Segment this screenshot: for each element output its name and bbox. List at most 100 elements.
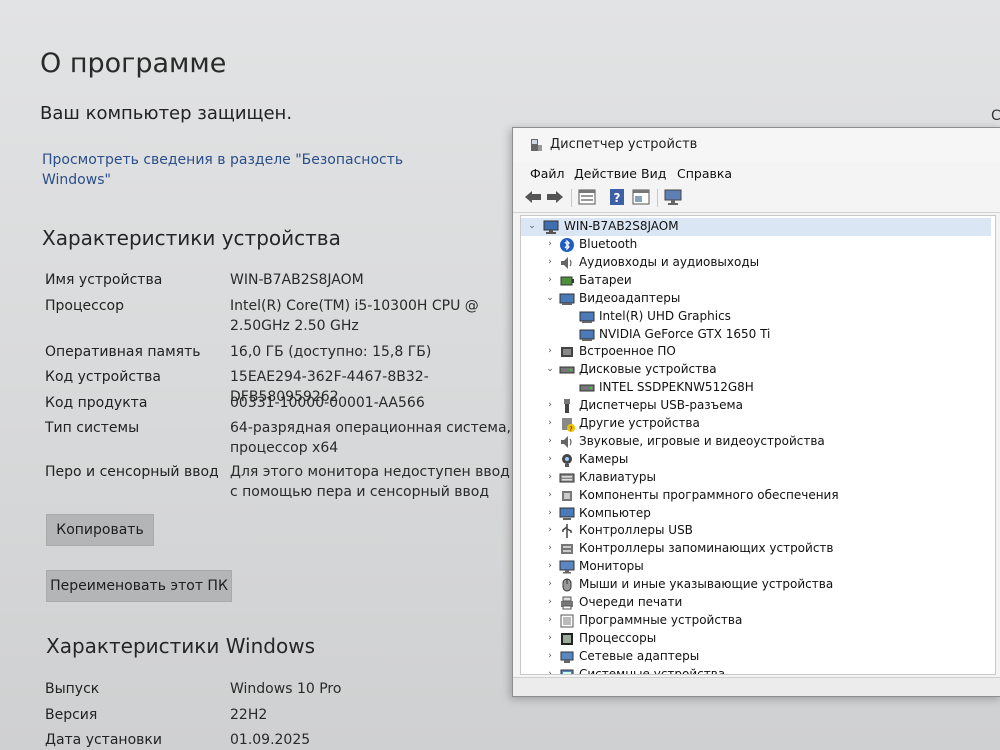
tree-item-label: Батареи (579, 272, 632, 287)
spec-value: Для этого монитора недоступен ввод с пом… (230, 464, 510, 500)
chevron-down-icon[interactable]: ⌄ (527, 220, 537, 232)
chevron-right-icon[interactable]: › (545, 256, 555, 268)
system-device-icon (560, 669, 574, 674)
tree-category[interactable]: › Звуковые, игровые и видеоустройства (521, 433, 991, 451)
tree-item-label: Контроллеры запоминающих устройств (579, 541, 834, 556)
chevron-right-icon[interactable]: › (545, 489, 555, 501)
tree-device[interactable]: NVIDIA GeForce GTX 1650 Ti (521, 326, 991, 344)
device-tree[interactable]: ⌄ WIN-B7AB2S8JAOM › Bluetooth › Аудиовходы … (520, 215, 996, 675)
tree-item-label: Компоненты программного обеспечения (579, 487, 839, 502)
window-title: Диспетчер устройств (550, 137, 698, 152)
chevron-right-icon[interactable]: › (545, 578, 555, 590)
tree-category[interactable]: › Компьютер (521, 505, 991, 523)
title-bar[interactable]: Диспетчер устройств (513, 128, 1000, 162)
chevron-right-icon[interactable]: › (545, 668, 555, 674)
tree-category[interactable]: › Сетевые адаптеры (521, 648, 991, 666)
tree-item-label: INTEL SSDPEKNW512G8H (599, 380, 754, 395)
tree-item-label: NVIDIA GeForce GTX 1650 Ti (599, 326, 771, 341)
tree-item-label: Камеры (579, 451, 629, 466)
status-bar (513, 677, 1000, 696)
tree-item-label: Звуковые, игровые и видеоустройства (579, 433, 825, 448)
tree-category[interactable]: › Контроллеры запоминающих устройств (521, 540, 991, 558)
tree-category[interactable]: ⌄ Видеоадаптеры (521, 290, 991, 308)
tree-category[interactable]: › Мыши и иные указывающие устройства (521, 576, 991, 594)
menu-view[interactable]: Вид (641, 166, 666, 181)
speaker-icon (561, 256, 572, 269)
menu-action[interactable]: Действие (574, 166, 637, 181)
network-adapter-icon (560, 651, 574, 663)
rename-pc-button[interactable]: Переименовать этот ПК (46, 570, 232, 602)
camera-icon (562, 453, 572, 467)
properties-icon[interactable] (577, 187, 597, 207)
toolbar: ? (513, 184, 1000, 213)
tree-category[interactable]: › Мониторы (521, 558, 991, 576)
view-icon[interactable] (631, 187, 651, 207)
tree-category[interactable]: › Очереди печати (521, 594, 991, 612)
display-adapter-icon (579, 329, 595, 341)
chevron-right-icon[interactable]: › (545, 417, 555, 429)
tree-root[interactable]: ⌄ WIN-B7AB2S8JAOM (521, 218, 991, 236)
software-component-icon (562, 490, 572, 501)
chevron-right-icon[interactable]: › (545, 453, 555, 465)
tree-category[interactable]: › Программные устройства (521, 612, 991, 630)
chevron-right-icon[interactable]: › (545, 345, 555, 357)
tree-category[interactable]: › Аудиовходы и аудиовыходы (521, 254, 991, 272)
chevron-right-icon[interactable]: › (545, 524, 555, 536)
help-icon[interactable]: ? (607, 187, 627, 207)
computer-icon (543, 220, 559, 234)
tree-category[interactable]: › Компоненты программного обеспечения (521, 487, 991, 505)
copy-button[interactable]: Копировать (46, 514, 154, 546)
back-arrow-icon[interactable] (523, 187, 543, 207)
tree-device[interactable]: Intel(R) UHD Graphics (521, 308, 991, 326)
chevron-right-icon[interactable]: › (545, 399, 555, 411)
mouse-icon (562, 578, 572, 592)
windows-specs-heading: Характеристики Windows (46, 634, 315, 658)
chevron-right-icon[interactable]: › (545, 632, 555, 644)
windows-security-link[interactable]: Просмотреть сведения в разделе "Безопасн… (42, 150, 422, 190)
chevron-right-icon[interactable]: › (545, 274, 555, 286)
tree-category[interactable]: › Камеры (521, 451, 991, 469)
tree-category[interactable]: ⌄ Дисковые устройства (521, 361, 991, 379)
svg-text:?: ? (614, 191, 621, 205)
svg-text:?: ? (569, 426, 572, 432)
chevron-right-icon[interactable]: › (545, 560, 555, 572)
tree-category[interactable]: › Встроенное ПО (521, 343, 991, 361)
tree-category[interactable]: › Батареи (521, 272, 991, 290)
chevron-down-icon[interactable]: ⌄ (545, 363, 555, 375)
processor-icon (561, 632, 573, 645)
tree-item-label: Диспетчеры USB-разъема (579, 398, 743, 413)
spec-label: Код продукта (45, 395, 148, 411)
spec-label: Имя устройства (45, 272, 163, 288)
chevron-right-icon[interactable]: › (545, 507, 555, 519)
tree-item-label: Клавиатуры (579, 469, 656, 484)
chevron-right-icon[interactable]: › (545, 542, 555, 554)
unknown-device-icon: ? (562, 418, 575, 432)
chevron-right-icon[interactable]: › (545, 614, 555, 626)
chevron-down-icon[interactable]: ⌄ (545, 292, 555, 304)
tree-category[interactable]: › Клавиатуры (521, 469, 991, 487)
menu-file[interactable]: Файл (530, 166, 565, 181)
monitor-scan-icon[interactable] (663, 187, 683, 207)
chevron-right-icon[interactable]: › (545, 238, 555, 250)
tree-item-label: Intel(R) UHD Graphics (599, 308, 731, 323)
tree-category[interactable]: › Контроллеры USB (521, 522, 991, 540)
chevron-right-icon[interactable]: › (545, 471, 555, 483)
tree-item-label: Компьютер (579, 505, 651, 520)
spec-value: Intel(R) Core(TM) i5-10300H CPU @ 2.50GH… (230, 298, 479, 334)
forward-arrow-icon[interactable] (545, 187, 565, 207)
chevron-right-icon[interactable]: › (545, 435, 555, 447)
page-title: О программе (40, 48, 227, 79)
tree-category[interactable]: ›? Другие устройства (521, 415, 991, 433)
tree-category[interactable]: › Процессоры (521, 630, 991, 648)
tree-category[interactable]: › Диспетчеры USB-разъема (521, 397, 991, 415)
menu-help[interactable]: Справка (677, 166, 732, 181)
chevron-right-icon[interactable]: › (545, 650, 555, 662)
battery-icon (560, 276, 574, 286)
tree-device[interactable]: INTEL SSDPEKNW512G8H (521, 379, 991, 397)
device-manager-window[interactable]: Диспетчер устройств Файл Действие Вид Сп… (512, 127, 1000, 697)
protection-status: Ваш компьютер защищен. (40, 103, 293, 124)
chevron-right-icon[interactable]: › (545, 596, 555, 608)
tree-category[interactable]: › Системные устройства (521, 666, 991, 674)
tree-category[interactable]: › Bluetooth (521, 236, 991, 254)
display-adapter-icon (559, 293, 575, 305)
